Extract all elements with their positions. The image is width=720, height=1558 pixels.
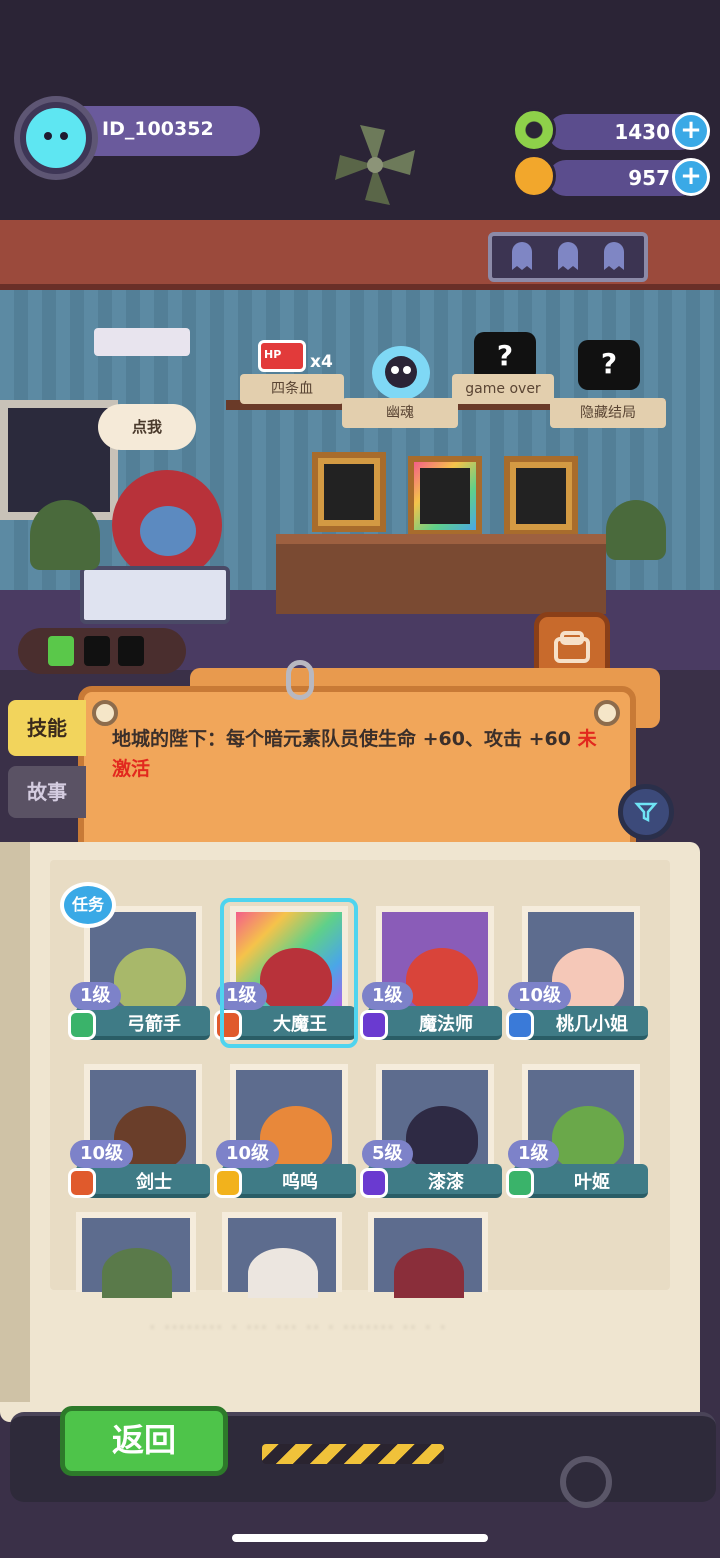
hero-name: 叶姬	[574, 1172, 610, 1193]
hero-level: 10级	[216, 1140, 280, 1168]
desk	[276, 534, 606, 614]
tab-story[interactable]: 故事	[8, 766, 86, 818]
hero-name: 呜呜	[282, 1172, 318, 1193]
ending-label-ghost[interactable]: 幽魂	[342, 398, 458, 428]
hero-level: 1级	[362, 982, 413, 1010]
ending-label-game-over[interactable]: game over	[452, 374, 554, 404]
hero-name: 魔法师	[419, 1014, 473, 1035]
hero-name: 剑士	[136, 1172, 172, 1193]
empty-battery-icon	[84, 636, 110, 666]
back-button[interactable]: 返回	[60, 1406, 228, 1476]
element-green-icon	[68, 1010, 96, 1040]
hero-card-mage[interactable]: 1级 魔法师	[360, 906, 502, 1046]
gear-decoration-icon	[560, 1456, 612, 1508]
picture-frame	[312, 452, 386, 532]
hero-card-yeji[interactable]: 1级 叶姬	[506, 1064, 648, 1204]
pin-icon	[92, 700, 118, 726]
element-purple-icon	[360, 1168, 388, 1198]
character-pedestal	[80, 566, 230, 624]
coins-value: 957	[628, 166, 670, 190]
hero-card-partial[interactable]	[368, 1212, 488, 1298]
ceiling-lamp-icon	[94, 328, 190, 356]
pin-icon	[594, 700, 620, 726]
element-red-icon	[68, 1168, 96, 1198]
energy-battery-icon	[48, 636, 74, 666]
demon-king-character[interactable]	[112, 470, 222, 580]
hero-card-wuwu[interactable]: 10级 呜呜	[214, 1064, 356, 1204]
potted-plant-icon	[30, 500, 100, 570]
add-gems-button[interactable]: +	[672, 112, 710, 150]
hero-card-peach-lady[interactable]: 10级 桃几小姐	[506, 906, 648, 1046]
hero-level: 10级	[508, 982, 572, 1010]
hero-level: 1级	[70, 982, 121, 1010]
ending-label-four-hp[interactable]: 四条血	[240, 374, 344, 404]
book-spine	[0, 842, 30, 1402]
hero-level: 1级	[508, 1140, 559, 1168]
element-green-icon	[506, 1168, 534, 1198]
player-id: ID_100352	[102, 118, 214, 140]
add-coins-button[interactable]: +	[672, 158, 710, 196]
element-yellow-icon	[214, 1168, 242, 1198]
ghost-skull-icon	[372, 346, 430, 400]
potted-plant-icon	[606, 500, 666, 560]
mystery-ending-icon: ?	[578, 340, 640, 390]
blurred-hint-text: · ········ · ··· ··· ·· · ······· ·· · ·	[150, 1320, 449, 1336]
element-blue-icon	[506, 1010, 534, 1040]
hero-name: 弓箭手	[127, 1014, 181, 1035]
hero-card-partial[interactable]	[76, 1212, 196, 1298]
cat-avatar-icon	[26, 108, 86, 168]
tap-me-bubble[interactable]: 点我	[98, 404, 196, 450]
tab-skill[interactable]: 技能	[8, 700, 86, 756]
ghost-display-panel	[488, 232, 648, 282]
hp-count-badge: x4	[310, 352, 333, 372]
skill-description: 地城的陛下：每个暗元素队员使生命 +60、攻击 +60 未激活	[112, 728, 597, 780]
selection-highlight	[220, 898, 358, 1048]
hp-battery-icon: HP	[258, 340, 306, 372]
element-purple-icon	[360, 1010, 388, 1040]
paper-clip-icon	[286, 660, 314, 700]
hero-card-demon-king[interactable]: 1级 大魔王	[214, 898, 358, 1048]
green-donut-icon	[512, 108, 556, 152]
picture-frame	[504, 456, 578, 536]
gems-value: 1430	[614, 120, 670, 144]
empty-battery-icon	[118, 636, 144, 666]
energy-bar	[18, 628, 186, 674]
ending-label-hidden[interactable]: 隐藏结局	[550, 398, 666, 428]
hero-card-swordsman[interactable]: 10级 剑士	[68, 1064, 210, 1204]
home-indicator[interactable]	[232, 1534, 488, 1542]
hero-name: 漆漆	[428, 1172, 464, 1193]
hero-level: 10级	[70, 1140, 134, 1168]
hero-name: 桃几小姐	[556, 1014, 628, 1035]
picture-frame-rainbow	[408, 456, 482, 536]
hazard-stripe	[262, 1444, 444, 1464]
fan-icon	[335, 125, 415, 205]
hero-card-qiqi[interactable]: 5级 漆漆	[360, 1064, 502, 1204]
hero-card-partial[interactable]	[222, 1212, 342, 1298]
orange-planet-icon	[512, 154, 556, 198]
task-badge[interactable]: 任务	[60, 882, 116, 928]
hero-level: 5级	[362, 1140, 413, 1168]
filter-button[interactable]	[618, 784, 674, 840]
